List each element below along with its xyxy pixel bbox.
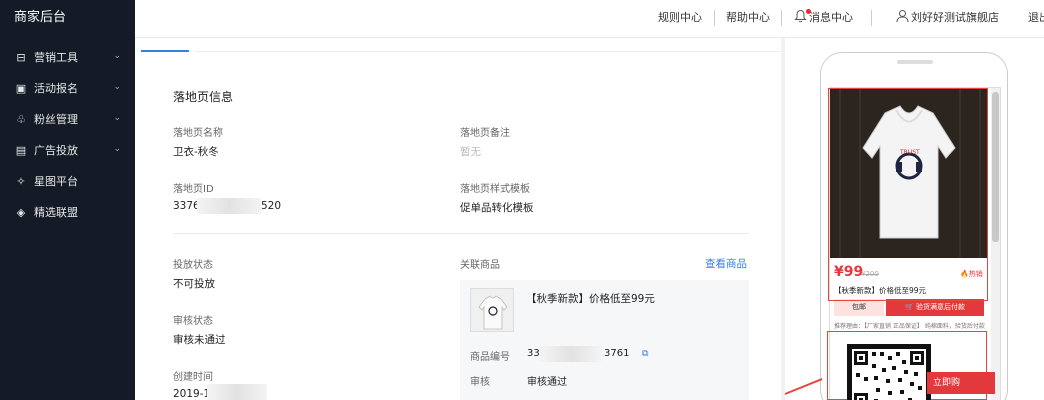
landing-name-label: 落地页名称 — [173, 128, 223, 139]
sidebar-item-label: 粉丝管理 — [34, 113, 78, 126]
sidebar-item-ads[interactable]: ▤ 广告投放 ⌄ — [0, 135, 135, 166]
annotation-arrow — [784, 378, 823, 395]
product-review-label: 审核 — [470, 377, 490, 388]
divider — [781, 10, 782, 26]
related-product-label: 关联商品 — [460, 260, 500, 271]
user-icon — [896, 10, 909, 23]
delivery-status-value: 不可投放 — [173, 278, 215, 290]
sidebar-item-alliance[interactable]: ◈ 精选联盟 — [0, 197, 135, 228]
qr-code — [847, 344, 931, 400]
review-status-value: 审核未通过 — [173, 334, 226, 346]
main-content: 落地页信息 落地页名称 卫衣-秋冬 落地页备注 暂无 落地页ID 3376 52… — [135, 38, 781, 400]
sidebar: 商家后台 ⊟ 营销工具 ⌄ ▣ 活动报名 ⌄ ♧ 粉丝管理 ⌄ ▤ 广告投放 ⌄ ✧ 星图… — [0, 0, 135, 400]
sidebar-item-activity[interactable]: ▣ 活动报名 ⌄ — [0, 73, 135, 104]
sidebar-item-label: 精选联盟 — [34, 206, 78, 219]
ad-icon: ▤ — [15, 144, 27, 157]
product-id-prefix: 33 — [527, 348, 540, 359]
sidebar-item-label: 星图平台 — [34, 175, 78, 188]
chevron-down-icon: ⌄ — [113, 51, 121, 61]
divider — [714, 10, 715, 26]
claim-button[interactable]: 立即购 — [927, 372, 995, 394]
landing-remark-label: 落地页备注 — [460, 128, 510, 139]
rules-center-link[interactable]: 规则中心 — [658, 0, 702, 38]
fans-icon: ♧ — [16, 113, 26, 126]
copy-icon[interactable]: ⧉ — [642, 349, 648, 359]
product-review-value: 审核通过 — [527, 377, 567, 388]
logout-link[interactable]: 退出 — [1028, 0, 1044, 38]
highlight-frame — [828, 88, 988, 301]
star-icon: ✧ — [16, 175, 26, 188]
notification-dot — [806, 9, 811, 14]
form-icon: ▣ — [15, 82, 27, 95]
buy-button[interactable]: 🛒 验货满意后付款 — [886, 299, 984, 316]
shop-icon: ⊟ — [16, 51, 26, 64]
scrollbar[interactable] — [991, 88, 1000, 400]
landing-id-prefix: 3376 — [173, 200, 200, 212]
related-product-card: 【秋季新款】价格低至99元 商品编号 33 3761 ⧉ 审核 审核通过 — [460, 280, 749, 400]
preview-panel: TRUST ¥99 ¥200 🔥热销 【秋季新款】价格低至99元 包邮 🛒 验货… — [784, 38, 1044, 400]
section-title: 落地页信息 — [173, 90, 234, 104]
diamond-icon: ◈ — [16, 206, 26, 219]
product-id-suffix: 3761 — [604, 348, 630, 359]
sidebar-item-label: 活动报名 — [34, 82, 78, 95]
landing-name-value: 卫衣-秋冬 — [173, 146, 219, 158]
tab-divider — [195, 51, 781, 52]
store-name: 刘好好测试旗舰店 — [911, 11, 999, 24]
chevron-down-icon: ⌄ — [113, 82, 121, 92]
phone-speaker — [897, 60, 933, 64]
message-center-label: 消息中心 — [809, 11, 853, 24]
created-time-label: 创建时间 — [173, 372, 213, 383]
created-time-prefix: 2019-1 — [173, 388, 211, 400]
app-root: 商家后台 ⊟ 营销工具 ⌄ ▣ 活动报名 ⌄ ♧ 粉丝管理 ⌄ ▤ 广告投放 ⌄ ✧ 星图… — [0, 0, 1044, 400]
free-shipping-tag: 包邮 — [834, 299, 884, 316]
active-tab-indicator — [141, 50, 189, 52]
redacted-mask — [197, 198, 261, 214]
redacted-mask — [540, 346, 602, 362]
view-product-link[interactable]: 查看商品 — [705, 256, 747, 271]
delivery-status-label: 投放状态 — [173, 260, 213, 271]
section-divider — [173, 233, 749, 234]
sidebar-item-label: 广告投放 — [34, 144, 78, 157]
sidebar-item-star[interactable]: ✧ 星图平台 — [0, 166, 135, 197]
landing-remark-value: 暂无 — [460, 146, 481, 158]
template-label: 落地页样式模板 — [460, 184, 530, 195]
product-thumbnail[interactable] — [470, 288, 514, 332]
sidebar-item-marketing[interactable]: ⊟ 营销工具 ⌄ — [0, 42, 135, 73]
top-bar: 规则中心 帮助中心 消息中心 刘好好测试旗舰店 退出 — [135, 0, 1044, 38]
chevron-down-icon: ⌄ — [113, 144, 121, 154]
help-center-link[interactable]: 帮助中心 — [726, 0, 770, 38]
product-name: 【秋季新款】价格低至99元 — [526, 293, 655, 305]
sidebar-item-label: 营销工具 — [34, 51, 78, 64]
cart-icon: 🛒 — [905, 303, 916, 311]
message-center-link[interactable]: 消息中心 — [794, 0, 853, 38]
landing-id-label: 落地页ID — [173, 184, 214, 195]
scroll-thumb[interactable] — [992, 92, 999, 242]
template-value: 促单品转化模板 — [460, 202, 534, 214]
store-account-link[interactable]: 刘好好测试旗舰店 — [896, 0, 999, 38]
brand-title: 商家后台 — [14, 10, 67, 25]
chevron-down-icon: ⌄ — [113, 113, 121, 123]
product-id-label: 商品编号 — [470, 352, 510, 363]
review-status-label: 审核状态 — [173, 316, 213, 327]
sidebar-item-fans[interactable]: ♧ 粉丝管理 ⌄ — [0, 104, 135, 135]
buy-button-label: 验货满意后付款 — [915, 303, 965, 311]
landing-id-suffix: 520 — [261, 200, 282, 212]
divider — [871, 10, 872, 26]
redacted-mask — [207, 384, 267, 400]
